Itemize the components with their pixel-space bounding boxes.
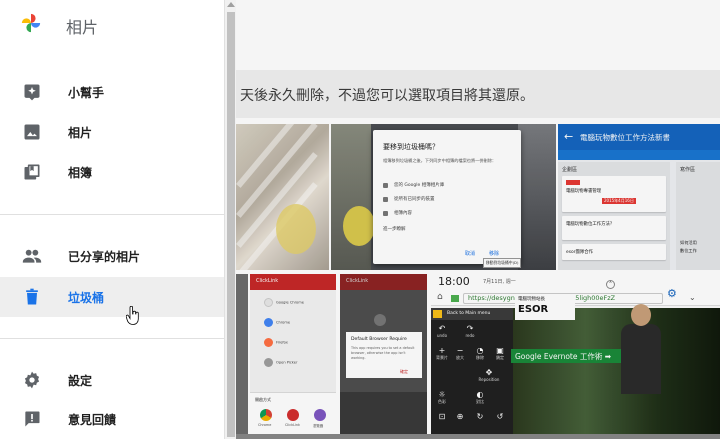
drawer-divider (0, 214, 224, 215)
nav-item-shared[interactable]: 已分享的相片 (0, 236, 224, 276)
feedback-icon (25, 411, 40, 427)
google-photos-logo-icon (21, 13, 41, 33)
photo-icon (24, 124, 40, 140)
navigation-drawer: 相片 小幫手 相片 相簿 已分享的相片 垃圾桶 設定 意見回饋 (0, 0, 224, 439)
trash-icon (26, 288, 38, 305)
nav-item-photos[interactable]: 相片 (0, 112, 224, 152)
people-icon (22, 249, 42, 263)
drawer-divider (0, 338, 224, 339)
nav-item-assistant[interactable]: 小幫手 (0, 72, 224, 112)
assistant-icon (24, 84, 40, 101)
nav-item-settings[interactable]: 設定 (0, 360, 224, 400)
nav-label: 垃圾桶 (68, 291, 105, 305)
albums-icon (24, 164, 40, 180)
app-title: 相片 (66, 18, 99, 37)
nav-label: 相簿 (68, 166, 93, 180)
nav-label: 小幫手 (68, 86, 105, 100)
gear-icon (24, 371, 40, 389)
nav-label: 意見回饋 (68, 413, 117, 427)
drawer-scrollbar[interactable] (224, 0, 236, 439)
scrollbar-thumb[interactable] (227, 12, 235, 437)
nav-item-albums[interactable]: 相簿 (0, 152, 224, 192)
nav-label: 相片 (68, 126, 93, 140)
nav-item-feedback[interactable]: 意見回饋 (0, 399, 224, 439)
nav-item-trash[interactable]: 垃圾桶 (0, 277, 224, 317)
nav-label: 已分享的相片 (68, 250, 141, 264)
hand-cursor-icon (126, 306, 139, 325)
nav-label: 設定 (68, 374, 93, 388)
scroll-up-arrow-icon[interactable] (227, 2, 235, 7)
page: 天後永久刪除，不過您可以選取項目將其還原。 要移到垃圾桶嗎？ 相簿移到垃圾桶之後… (0, 0, 720, 439)
